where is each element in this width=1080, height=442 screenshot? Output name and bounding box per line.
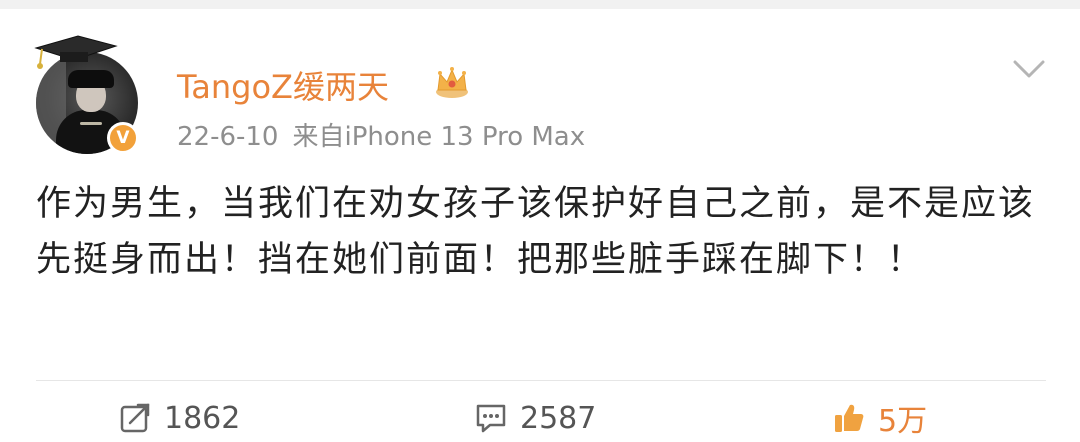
- thumbs-up-icon: [835, 404, 864, 432]
- comment-icon: [476, 404, 506, 433]
- top-bar: [0, 0, 1080, 9]
- divider: [36, 380, 1046, 381]
- chevron-down-icon[interactable]: [1012, 56, 1046, 82]
- like-button[interactable]: 5万: [832, 398, 928, 439]
- verified-badge: V: [107, 122, 139, 154]
- post-meta: 22-6-10 来自iPhone 13 Pro Max: [177, 116, 585, 153]
- graduation-cap-icon: [34, 35, 118, 69]
- username[interactable]: TangoZ缓两天: [177, 62, 389, 108]
- avatar-figure-chain: [80, 122, 102, 125]
- like-count: 5万: [878, 404, 928, 439]
- repost-icon: [120, 403, 150, 433]
- post-text: 作为男生，当我们在劝女孩子该保护好自己之前，是不是应该先挺身而出！挡在她们前面！…: [36, 184, 1036, 280]
- crown-icon[interactable]: [432, 64, 472, 100]
- post-source: 来自iPhone 13 Pro Max: [292, 122, 586, 152]
- post-date: 22-6-10: [177, 122, 279, 152]
- repost-count: 1862: [164, 400, 241, 436]
- comment-button[interactable]: 2587: [474, 398, 596, 438]
- comment-count: 2587: [520, 400, 597, 436]
- repost-button[interactable]: 1862: [118, 398, 240, 438]
